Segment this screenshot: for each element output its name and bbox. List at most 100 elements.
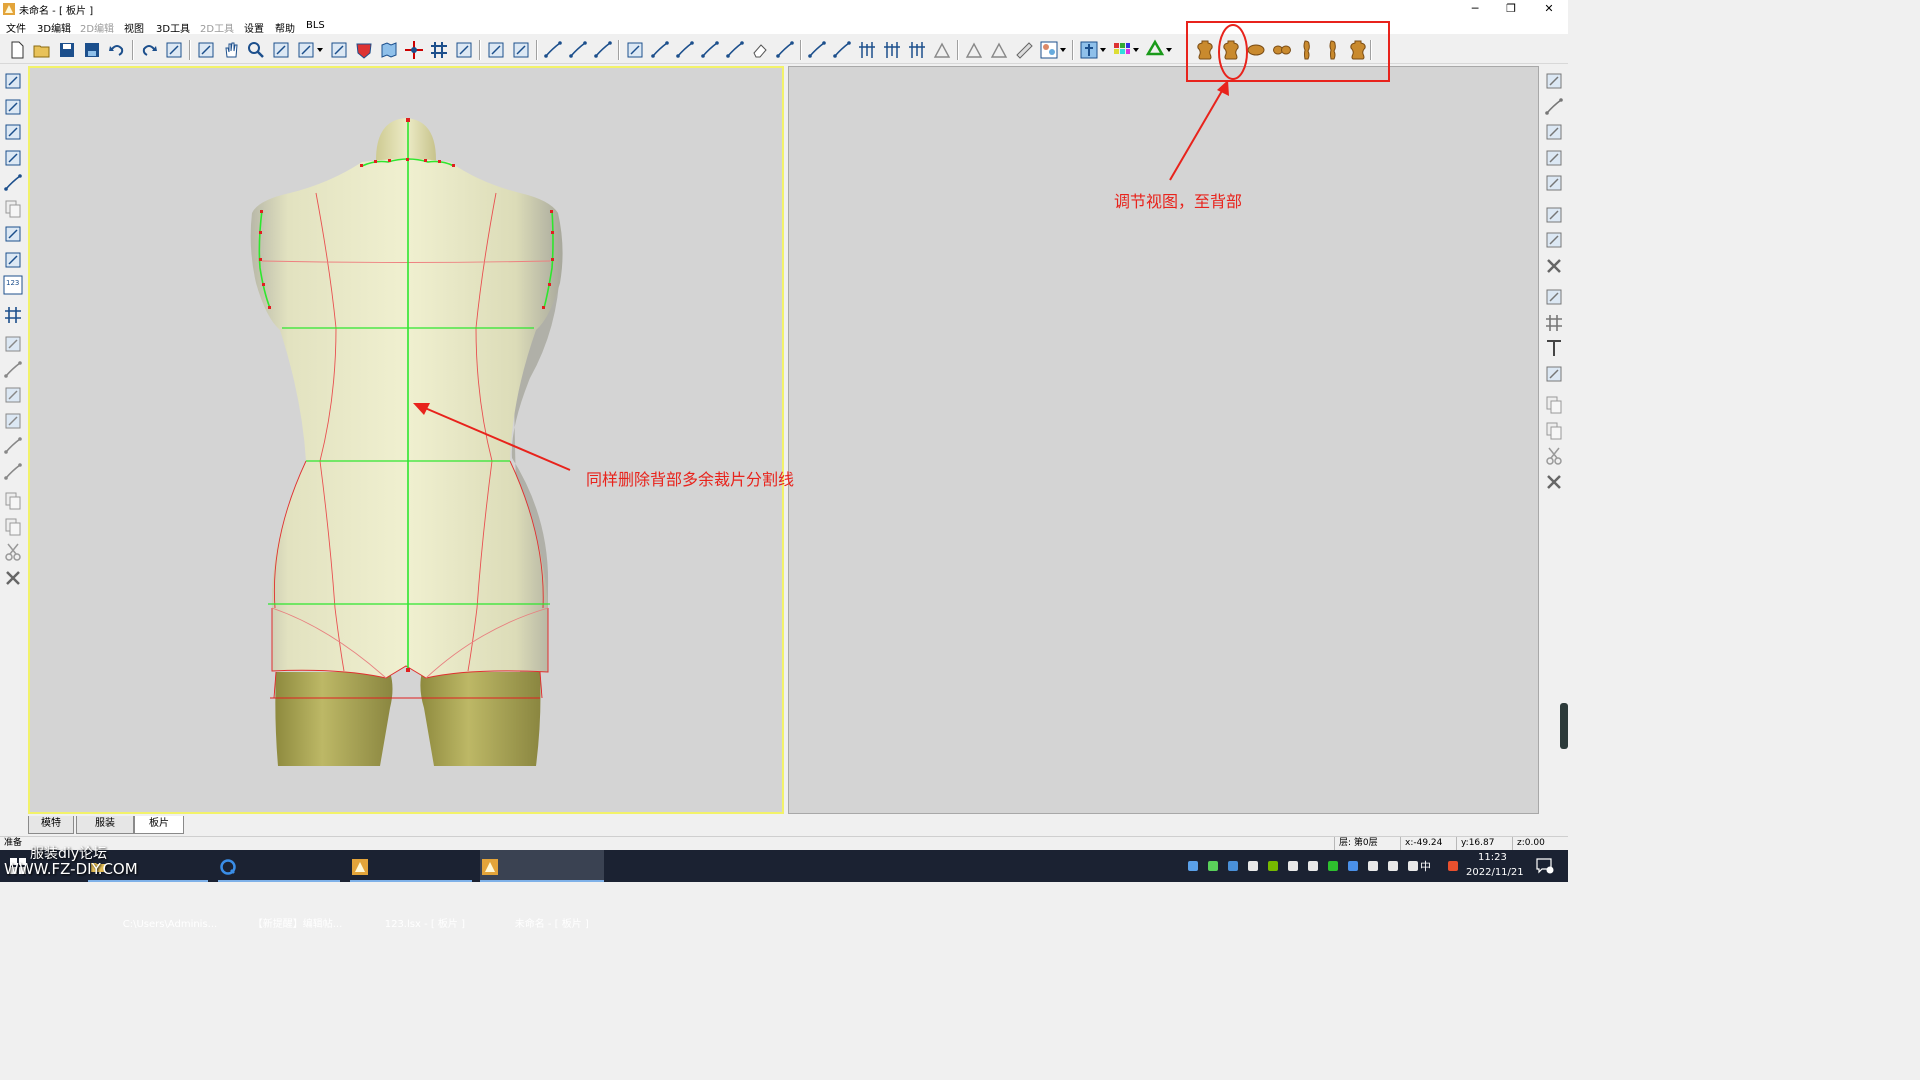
nvidia-icon[interactable]: [1266, 859, 1280, 873]
grid-button[interactable]: [428, 39, 450, 61]
save-to-button[interactable]: [485, 39, 507, 61]
recycle-button[interactable]: [1144, 39, 1166, 61]
chevron-down-icon[interactable]: [1132, 44, 1140, 56]
measure-tool[interactable]: [1543, 172, 1565, 194]
point-edit-tool[interactable]: [2, 384, 24, 406]
copy-tool[interactable]: [2, 490, 24, 512]
polyline-button[interactable]: [567, 39, 589, 61]
point-button[interactable]: [624, 39, 646, 61]
speaker-mute-icon[interactable]: [1306, 859, 1320, 873]
shield-tray-icon[interactable]: [1226, 859, 1240, 873]
task-app-123[interactable]: 123.lsx - [ 板片 ]: [350, 850, 472, 930]
clock-time[interactable]: 11:23: [1478, 852, 1507, 863]
pen-button[interactable]: [592, 39, 614, 61]
line-measure-tool[interactable]: [2, 461, 24, 483]
redo-button[interactable]: [138, 39, 160, 61]
text-tool[interactable]: [1543, 337, 1565, 359]
brush-tool[interactable]: [2, 96, 24, 118]
duplicate-tool[interactable]: [2, 249, 24, 271]
chevron-down-icon[interactable]: [316, 44, 324, 56]
pointer-tool[interactable]: [1543, 70, 1565, 92]
numbering-tool[interactable]: 123: [2, 274, 24, 296]
ruler-vertical-tool[interactable]: [2, 410, 24, 432]
shield-button[interactable]: [353, 39, 375, 61]
diagonal-line-2-button[interactable]: [806, 39, 828, 61]
bluetooth-icon[interactable]: [1346, 859, 1360, 873]
mirror-tool[interactable]: [2, 223, 24, 245]
pan-hand-button[interactable]: [220, 39, 242, 61]
back-view-button[interactable]: [1220, 39, 1242, 61]
color-grid-button[interactable]: [1111, 39, 1133, 61]
delete-tool[interactable]: [2, 567, 24, 589]
right-view-button[interactable]: [1322, 39, 1344, 61]
cut-tool[interactable]: [2, 541, 24, 563]
arc-button[interactable]: [674, 39, 696, 61]
menu-help[interactable]: 帮助: [275, 20, 295, 35]
eraser-button[interactable]: [749, 39, 771, 61]
new-file-button[interactable]: [6, 39, 28, 61]
save-all-button[interactable]: [81, 39, 103, 61]
cloud-icon[interactable]: [1186, 859, 1200, 873]
bottom-view-button[interactable]: [1271, 39, 1293, 61]
tab-model[interactable]: 模特: [28, 816, 74, 834]
delete-2-tool[interactable]: [1543, 471, 1565, 493]
align-center-button[interactable]: [906, 39, 928, 61]
multi-arc-button[interactable]: [724, 39, 746, 61]
viewport-2d[interactable]: [788, 66, 1539, 814]
task-browser[interactable]: 【新提醒】编辑帖...: [218, 850, 342, 930]
perspective-view-button[interactable]: [1347, 39, 1369, 61]
top-view-button[interactable]: [1245, 39, 1267, 61]
fit-model-button[interactable]: [1078, 39, 1100, 61]
arc-tool-tool[interactable]: [2, 435, 24, 457]
symmetry-tool[interactable]: [2, 333, 24, 355]
front-view-button[interactable]: [1194, 39, 1216, 61]
map-button[interactable]: [378, 39, 400, 61]
rotate-tool[interactable]: [1543, 147, 1565, 169]
copy-2-tool[interactable]: [1543, 394, 1565, 416]
grid-tool-tool[interactable]: [2, 304, 24, 326]
ruler-button[interactable]: [1013, 39, 1035, 61]
double-line-button[interactable]: [831, 39, 853, 61]
align-vertical-button[interactable]: [856, 39, 878, 61]
menu-2d-edit[interactable]: 2D编辑: [80, 20, 114, 35]
offset-tool[interactable]: [1543, 204, 1565, 226]
menu-view[interactable]: 视图: [124, 20, 144, 35]
save-button[interactable]: [56, 39, 78, 61]
network-icon[interactable]: [1366, 859, 1380, 873]
image-tool[interactable]: [1543, 363, 1565, 385]
media-icon[interactable]: [1286, 859, 1300, 873]
undo-button[interactable]: [106, 39, 128, 61]
ime-indicator[interactable]: 中: [1420, 858, 1431, 874]
align-vertical-2-button[interactable]: [881, 39, 903, 61]
chevron-down-icon[interactable]: [1059, 44, 1067, 56]
tab-garment[interactable]: 服装: [76, 816, 134, 834]
notification-icon[interactable]: [1536, 858, 1554, 874]
menu-3d-tools[interactable]: 3D工具: [156, 20, 190, 35]
scale-tool[interactable]: [1543, 121, 1565, 143]
texture-button[interactable]: [1038, 39, 1060, 61]
paint-tool[interactable]: [2, 121, 24, 143]
import-button[interactable]: [453, 39, 475, 61]
x-tool[interactable]: [1543, 255, 1565, 277]
zoom-button[interactable]: [245, 39, 267, 61]
paste-2-tool[interactable]: [1543, 420, 1565, 442]
close-button[interactable]: ✕: [1526, 0, 1572, 18]
task-app-untitled[interactable]: 未命名 - [ 板片 ]: [480, 850, 604, 930]
curve-button[interactable]: [649, 39, 671, 61]
sogou-icon[interactable]: [1446, 859, 1460, 873]
menu-3d-edit[interactable]: 3D编辑: [37, 20, 71, 35]
shape-button[interactable]: [328, 39, 350, 61]
copy-panel-tool[interactable]: [2, 198, 24, 220]
wifi-icon[interactable]: [1386, 859, 1400, 873]
grid-2-tool[interactable]: [1543, 312, 1565, 334]
green-icon[interactable]: [1326, 859, 1340, 873]
triangle-2-button[interactable]: [988, 39, 1010, 61]
select-panel-tool[interactable]: [2, 70, 24, 92]
line-draw-tool[interactable]: [2, 172, 24, 194]
viewport-3d[interactable]: [28, 66, 784, 814]
rotate-view-button[interactable]: [195, 39, 217, 61]
tab-pattern[interactable]: 板片: [134, 816, 184, 834]
open-folder-button[interactable]: [31, 39, 53, 61]
chevron-down-icon[interactable]: [1165, 44, 1173, 56]
angle-button[interactable]: [931, 39, 953, 61]
